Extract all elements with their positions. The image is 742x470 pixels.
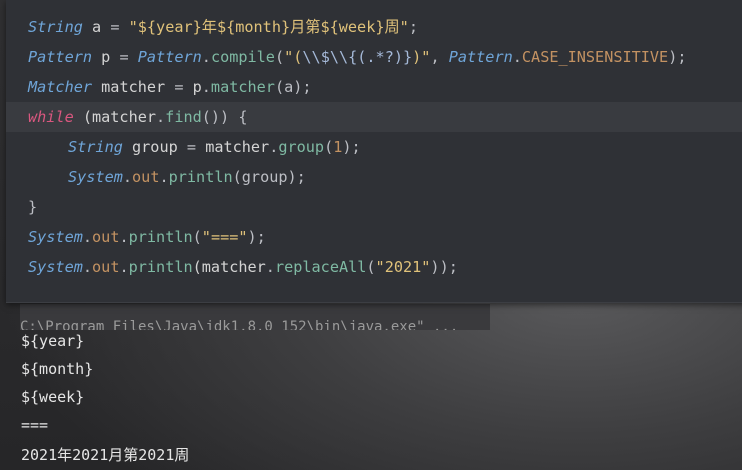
code-line-5[interactable]: String group = matcher.group(1); (68, 132, 361, 162)
console-output-line: ${week} (21, 388, 85, 406)
code-line-9[interactable]: System.out.println(matcher.replaceAll("2… (28, 252, 458, 282)
console-output-line: === (21, 416, 49, 434)
code-line-3[interactable]: Matcher matcher = p.matcher(a); (28, 72, 312, 102)
code-line-8[interactable]: System.out.println("==="); (28, 222, 266, 252)
code-line-4[interactable]: while (matcher.find()) { (28, 102, 247, 132)
console-command-text: C:\Program Files\Java\jdk1.8.0_152\bin\j… (20, 319, 459, 330)
code-editor-popup[interactable]: String a = "${year}年${month}月第${week}周";… (6, 0, 742, 303)
code-line-7[interactable]: } (28, 192, 37, 222)
code-line-2[interactable]: Pattern p = Pattern.compile("(\\$\\{(.*?… (28, 42, 687, 72)
console-output-line: ${year} (21, 332, 85, 350)
console-output-line: 2021年2021月第2021周 (21, 446, 190, 464)
console-output-line: ${month} (21, 360, 94, 378)
code-line-1[interactable]: String a = "${year}年${month}月第${week}周"; (28, 12, 418, 42)
console-command-line: C:\Program Files\Java\jdk1.8.0_152\bin\j… (20, 304, 490, 330)
code-line-6[interactable]: System.out.println(group); (68, 162, 306, 192)
